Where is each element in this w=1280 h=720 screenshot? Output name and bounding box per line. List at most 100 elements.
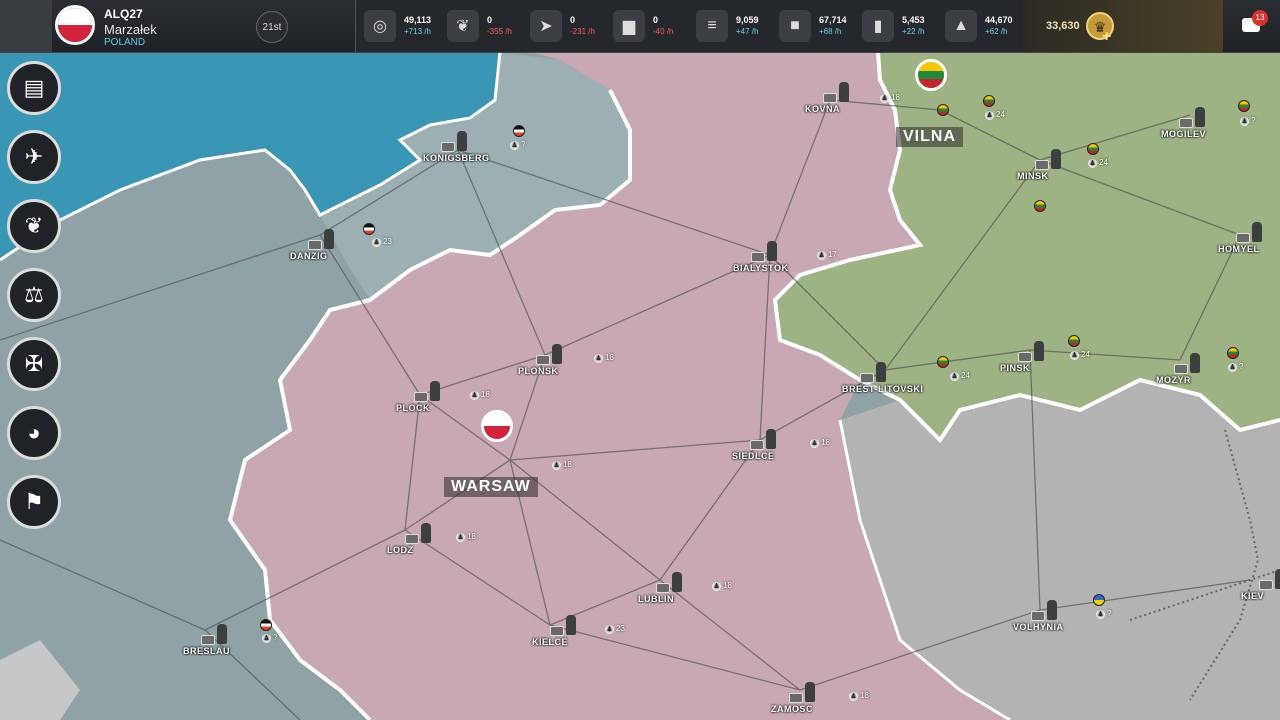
city-label[interactable]: LODZ xyxy=(387,545,414,555)
city-marker-icon[interactable] xyxy=(201,635,215,645)
menu-button-flag-location[interactable]: ⚑ xyxy=(7,475,61,529)
add-gold-icon[interactable]: + xyxy=(1102,28,1111,46)
soldier-icon[interactable] xyxy=(767,241,777,261)
soldier-icon[interactable] xyxy=(1275,569,1280,589)
city-marker-icon[interactable] xyxy=(405,534,419,544)
city-label[interactable]: PLOCK xyxy=(396,403,430,413)
city-marker-icon[interactable] xyxy=(441,142,455,152)
city-marker-icon[interactable] xyxy=(656,583,670,593)
city-marker-icon[interactable] xyxy=(1179,118,1193,128)
soldier-icon[interactable] xyxy=(421,523,431,543)
city-label[interactable]: KIEV xyxy=(1241,591,1264,601)
oil-barrel-icon: ▮ xyxy=(862,10,894,42)
city-label[interactable]: BRESLAU xyxy=(183,646,230,656)
player-name: ALQ27 xyxy=(104,7,143,21)
soldier-icon[interactable] xyxy=(766,429,776,449)
map-canvas[interactable] xyxy=(0,0,1280,720)
soldier-icon[interactable] xyxy=(217,624,227,644)
poland-flag-pin[interactable] xyxy=(481,410,513,442)
soldier-icon[interactable] xyxy=(839,82,849,102)
city-label[interactable]: BIALYSTOK xyxy=(733,263,789,273)
city-label[interactable]: HOMYEL xyxy=(1218,244,1260,254)
city-label[interactable]: MINSK xyxy=(1017,171,1049,181)
city-marker-icon[interactable] xyxy=(789,693,803,703)
city-marker-icon[interactable] xyxy=(750,440,764,450)
player-nickname: Marzałek xyxy=(104,22,157,37)
city-marker-icon[interactable] xyxy=(414,392,428,402)
city-label[interactable]: VOLHYNIA xyxy=(1013,622,1064,632)
soldier-icon[interactable] xyxy=(552,344,562,364)
city-marker-icon[interactable] xyxy=(1035,160,1049,170)
poland-flag-icon[interactable] xyxy=(55,5,95,45)
city-label[interactable]: LUBLIN xyxy=(638,594,674,604)
city-marker-icon[interactable] xyxy=(823,93,837,103)
city-label[interactable]: PINSK xyxy=(1000,363,1030,373)
soldier-icon[interactable] xyxy=(324,229,334,249)
lithuania-flag-pin[interactable] xyxy=(915,59,947,91)
resource-panel: ◎ 49,113 +713 /h ❦ 0 -355 /h ➤ 0 -231 /h ▆ 0 -40 /h… xyxy=(355,0,1025,52)
city-marker-icon[interactable] xyxy=(1259,580,1273,590)
city-label[interactable]: ZAMOSC xyxy=(771,704,813,714)
city-label[interactable]: SIEDLCE xyxy=(732,451,775,461)
city-label[interactable]: KONIGSBERG xyxy=(423,153,490,163)
city-marker-icon[interactable] xyxy=(1018,352,1032,362)
menu-button-scales-trade[interactable]: ⚖ xyxy=(7,268,61,322)
city-label[interactable]: KOVNA xyxy=(805,104,840,114)
soldier-icon[interactable] xyxy=(1190,353,1200,373)
city-marker-icon[interactable] xyxy=(1031,611,1045,621)
city-marker-icon[interactable] xyxy=(550,626,564,636)
troop-icon: ♟ xyxy=(880,94,889,103)
city-label[interactable]: KIELCE xyxy=(532,637,568,647)
capital-label-vilna[interactable]: VILNA xyxy=(896,127,963,147)
lithuania-flag-icon xyxy=(1034,200,1046,212)
gold-amount: 33,630 xyxy=(1046,20,1080,32)
soldier-icon[interactable] xyxy=(1034,341,1044,361)
city-marker-icon[interactable] xyxy=(751,252,765,262)
city-label[interactable]: PLONSK xyxy=(518,366,559,376)
troop-icon: ♟ xyxy=(470,391,479,400)
troop-count: ♟ 18 xyxy=(712,581,732,591)
soldier-icon[interactable] xyxy=(1047,600,1057,620)
soldier-icon[interactable] xyxy=(566,615,576,635)
city-marker-icon[interactable] xyxy=(308,240,322,250)
troop-count: ♟? xyxy=(262,633,278,643)
resource-rate: -355 /h xyxy=(487,27,512,36)
troop-icon: ♟ xyxy=(1228,363,1237,372)
player-avatar[interactable] xyxy=(0,0,52,52)
soldier-icon[interactable] xyxy=(1195,107,1205,127)
city-marker-icon[interactable] xyxy=(1174,364,1188,374)
resource-amount: 49,113 xyxy=(404,15,432,25)
soldier-icon[interactable] xyxy=(457,131,467,151)
troop-count: ♟ 24 xyxy=(1088,158,1108,168)
soldier-icon[interactable] xyxy=(1051,149,1061,169)
soldier-icon[interactable] xyxy=(1252,222,1262,242)
soldier-icon[interactable] xyxy=(876,362,886,382)
troop-count: ♟ 24 xyxy=(985,110,1005,120)
city-label[interactable]: BREST-LITOVSKI xyxy=(842,384,923,394)
menu-button-iron-cross-army[interactable]: ✠ xyxy=(7,337,61,391)
resource-amount: 9,059 xyxy=(736,15,759,25)
resource-rate: -231 /h xyxy=(570,27,595,36)
menu-button-wheat-economy[interactable]: ❦ xyxy=(7,199,61,253)
day-counter[interactable]: 21st xyxy=(256,11,288,43)
capital-label-warsaw[interactable]: WARSAW xyxy=(444,477,538,497)
soldier-icon[interactable] xyxy=(672,572,682,592)
soldier-icon[interactable] xyxy=(430,381,440,401)
city-label[interactable]: DANZIG xyxy=(290,251,328,261)
wheat-economy-icon: ❦ xyxy=(24,213,44,238)
city-marker-icon[interactable] xyxy=(536,355,550,365)
lithuania-flag-icon xyxy=(937,356,949,368)
menu-button-dove-diplomacy[interactable]: ✈ xyxy=(7,130,61,184)
resource-rate: +68 /h xyxy=(819,27,842,36)
city-label[interactable]: MOGILEV xyxy=(1161,129,1206,139)
game-map-view[interactable]: KONIGSBERG ♟? DANZIG ♟ 23 KOVNA ♟ 18 BIALYSTOK ♟ 1… xyxy=(0,0,1280,720)
menu-button-newspaper[interactable]: ▤ xyxy=(7,61,61,115)
city-marker-icon[interactable] xyxy=(1236,233,1250,243)
resource-amount: 0 xyxy=(570,15,576,25)
city-label[interactable]: MOZYR xyxy=(1156,375,1191,385)
soldier-icon[interactable] xyxy=(805,682,815,702)
city-marker-icon[interactable] xyxy=(860,373,874,383)
wheat-icon: ❦ xyxy=(447,10,479,42)
troop-count: ♟ 18 xyxy=(470,390,490,400)
menu-button-spy[interactable]: ◕ xyxy=(7,406,61,460)
